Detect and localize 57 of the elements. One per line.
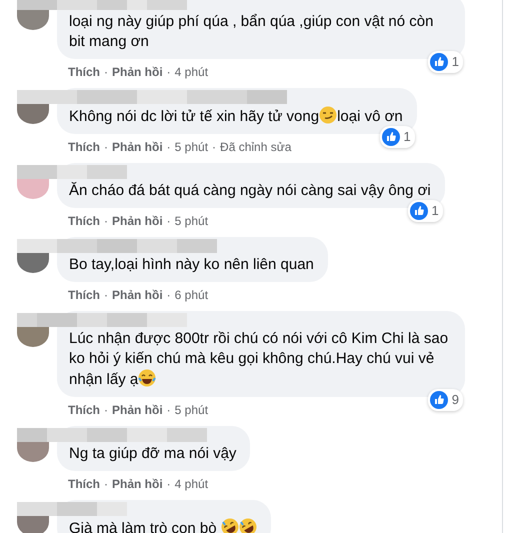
avatar[interactable] (17, 253, 49, 273)
separator-dot: · (166, 214, 171, 228)
like-icon (430, 53, 448, 71)
action-link[interactable]: Phản hồi (112, 477, 163, 491)
like-icon (430, 391, 448, 409)
comment-info: 4 phút (174, 65, 208, 79)
comment-info: Đã chỉnh sửa (220, 140, 292, 154)
comment-info: 5 phút (174, 214, 208, 228)
like-icon (410, 202, 428, 220)
comment-info: 5 phút (174, 403, 208, 417)
separator-dot: · (166, 65, 171, 79)
avatar[interactable] (17, 10, 49, 30)
separator-dot: · (166, 288, 171, 302)
separator-dot: · (166, 403, 171, 417)
separator-dot: · (166, 477, 171, 491)
comment-text: Lúc nhận được 800tr rồi chú có nói với cô Kim Chi là sao ko hỏi ý kiến chú mà kêu gọi không chú.Hay chú vui vẻ nhận lấy ạ (69, 330, 448, 388)
comment-info: 6 phút (174, 288, 208, 302)
reaction-count[interactable]: 9 (428, 389, 463, 411)
separator-dot: · (104, 140, 108, 154)
laughing-face-icon (238, 518, 257, 533)
action-link[interactable]: Thích (68, 140, 100, 154)
avatar[interactable] (17, 442, 49, 462)
laughing-face-icon (138, 369, 156, 387)
avatar[interactable] (17, 104, 49, 124)
comment-text: Ăn cháo đá bát quá càng ngày nói càng sai vậy ông ơi (69, 182, 431, 199)
avatar[interactable] (17, 327, 49, 347)
separator-dot: · (104, 214, 108, 228)
separator-dot: · (166, 140, 171, 154)
comment-text: Bo tay,loại hình này ko nên liên quan (69, 256, 314, 273)
smirking-face-icon (319, 106, 338, 124)
separator-dot: · (104, 288, 108, 302)
comment-text: loại ng này giúp phí qúa , bẩn qúa ,giúp con vật nó còn bit mang ơn (69, 13, 434, 50)
reaction-count[interactable]: 1 (408, 200, 443, 222)
separator-dot: · (212, 140, 216, 154)
separator-dot: · (104, 65, 108, 79)
action-link[interactable]: Thích (68, 214, 100, 228)
comment-text: Không nói dc lời tử tế xin hãy tử vong loại vô ơn (69, 108, 403, 125)
reaction-count[interactable]: 1 (380, 126, 415, 148)
action-link[interactable]: Phản hồi (112, 214, 163, 228)
comment-info: 5 phút (174, 140, 208, 154)
action-link[interactable]: Thích (68, 65, 100, 79)
comment-info: 4 phút (174, 477, 208, 491)
action-link[interactable]: Phản hồi (112, 288, 163, 302)
separator-dot: · (104, 403, 108, 417)
action-link[interactable]: Thích (68, 403, 100, 417)
separator-dot: · (104, 477, 108, 491)
action-link[interactable]: Thích (68, 477, 100, 491)
action-link[interactable]: Thích (68, 288, 100, 302)
laughing-face-icon (220, 518, 239, 533)
like-icon (382, 128, 400, 146)
reaction-count[interactable]: 1 (428, 51, 463, 73)
action-link[interactable]: Phản hồi (112, 403, 163, 417)
comment-text: Ng ta giúp đỡ ma nói vậy (69, 445, 236, 462)
avatar[interactable] (17, 516, 49, 533)
action-link[interactable]: Phản hồi (112, 65, 163, 79)
comment-text: Già mà làm trò con bò (69, 520, 257, 533)
action-link[interactable]: Phản hồi (112, 140, 163, 154)
